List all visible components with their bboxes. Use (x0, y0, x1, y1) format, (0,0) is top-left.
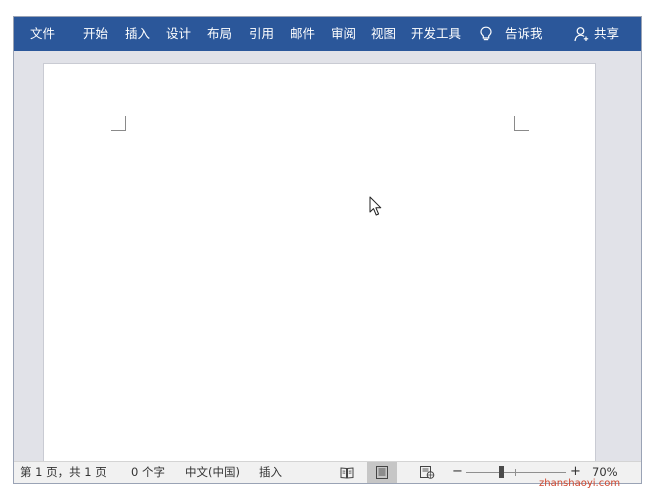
ribbon-tab-bar: 文件 开始 插入 设计 布局 引用 邮件 审阅 视图 开发工具 告诉我 共享 (14, 17, 641, 51)
page-count-status[interactable]: 第 1 页，共 1 页 (20, 462, 107, 483)
insert-mode-status[interactable]: 插入 (259, 462, 282, 483)
print-layout-button[interactable] (367, 462, 397, 483)
language-status[interactable]: 中文(中国) (185, 462, 240, 483)
page-icon (376, 466, 388, 479)
zoom-slider-center-tick (515, 469, 516, 476)
zoom-slider-thumb[interactable] (499, 466, 504, 478)
zoom-out-button[interactable]: − (452, 462, 463, 483)
word-window: 文件 开始 插入 设计 布局 引用 邮件 审阅 视图 开发工具 告诉我 共享 第… (13, 16, 642, 484)
mouse-cursor-icon (369, 196, 382, 216)
tab-view[interactable]: 视图 (371, 17, 396, 51)
tab-layout[interactable]: 布局 (207, 17, 232, 51)
person-icon (574, 27, 589, 42)
tell-me-label: 告诉我 (505, 26, 543, 41)
tab-home[interactable]: 开始 (83, 17, 108, 51)
tab-file[interactable]: 文件 (30, 17, 55, 51)
book-icon (340, 467, 354, 479)
margin-corner-top-right (514, 116, 529, 131)
web-page-icon (420, 466, 435, 479)
lightbulb-icon (480, 26, 492, 41)
tab-developer[interactable]: 开发工具 (411, 17, 461, 51)
margin-corner-top-left (111, 116, 126, 131)
tab-design[interactable]: 设计 (166, 17, 191, 51)
tab-review[interactable]: 审阅 (331, 17, 356, 51)
watermark-text: zhanshaoyi.com (539, 478, 621, 489)
tab-references[interactable]: 引用 (249, 17, 274, 51)
document-page[interactable] (43, 63, 596, 473)
tab-mailings[interactable]: 邮件 (290, 17, 315, 51)
word-count-status[interactable]: 0 个字 (131, 462, 165, 483)
tab-insert[interactable]: 插入 (125, 17, 150, 51)
read-mode-button[interactable] (332, 462, 362, 483)
web-layout-button[interactable] (412, 462, 442, 483)
document-canvas[interactable] (14, 51, 641, 473)
share-label: 共享 (594, 26, 620, 41)
zoom-slider-track[interactable] (466, 472, 566, 473)
